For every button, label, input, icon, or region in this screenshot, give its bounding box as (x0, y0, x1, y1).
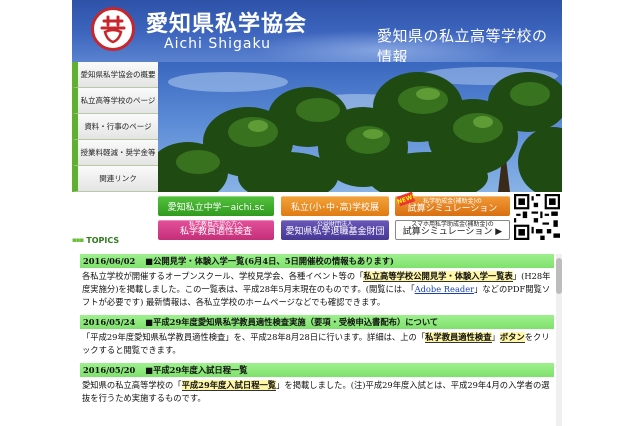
aichi-sc-banner[interactable]: 愛知私立中学－aichi.sc (158, 196, 274, 216)
topic-date: 2016/05/20 (83, 365, 136, 375)
button-link[interactable]: ボタン (499, 332, 525, 343)
site-subtitle: Aichi Shigaku (164, 36, 272, 52)
topic-body: 各私立学校が開催するオープンスクール、学校見学会、各種イベント等の「私立高等学校… (80, 268, 554, 309)
site-tagline: 愛知県の私立高等学校の情報 (377, 27, 548, 62)
retirement-fund-banner[interactable]: 公益財団法人 愛知県私学退職基金財団 (281, 220, 389, 240)
topic-entry: 2016/05/24 ■平成29年度愛知県私学教員適性検査実施（要項・受検申込書… (80, 315, 554, 357)
smartphone-simulation-banner[interactable]: スマホ用私学助成金(補助金)の 試算シミュレーション ▶ (395, 220, 510, 240)
topics-heading-label: TOPICS (86, 235, 120, 245)
association-logo-icon[interactable] (91, 7, 135, 51)
topic-body-text: 愛知県の私立高等学校の「 (82, 380, 182, 390)
topic-body-text: 」 (491, 332, 500, 342)
topic-entry: 2016/06/02 ■公開見学・体験入学一覧(6月4日、5日開催校の情報もあり… (80, 254, 554, 309)
topics-list[interactable]: 2016/06/02 ■公開見学・体験入学一覧(6月4日、5日開催校の情報もあり… (80, 254, 554, 426)
topic-title: ■公開見学・体験入学一覧(6月4日、5日開催校の情報もあります) (145, 256, 394, 266)
hero-image (158, 62, 562, 192)
subsidy-simulation-main-label: 試算シミュレーション (407, 203, 498, 214)
open-school-list-link[interactable]: 私立高等学校公開見学・体験入学一覧表 (363, 271, 513, 282)
nav-item-materials-events[interactable]: 資料・行事のページ (72, 114, 158, 140)
topics-dots-icon: ▪▪▪ (72, 236, 84, 244)
qr-code-icon[interactable] (514, 194, 560, 240)
retirement-fund-main-label: 愛知県私学退職基金財団 (285, 227, 385, 238)
nav-item-high-schools[interactable]: 私立高等学校のページ (72, 88, 158, 114)
scrollbar-thumb[interactable] (556, 258, 562, 294)
topic-entry-header: 2016/06/02 ■公開見学・体験入学一覧(6月4日、5日開催校の情報もあり… (80, 254, 554, 268)
side-navigation: 愛知県私学協会の概要 私立高等学校のページ 資料・行事のページ 授業料軽減・奨学… (72, 62, 158, 192)
smartphone-simulation-main-label: 試算シミュレーション ▶ (402, 227, 503, 238)
topic-entry-header: 2016/05/24 ■平成29年度愛知県私学教員適性検査実施（要項・受検申込書… (80, 315, 554, 329)
nav-item-tuition-scholarship[interactable]: 授業料軽減・奨学金等 (72, 140, 158, 166)
teacher-exam-main-label: 私学教員適性検査 (179, 227, 252, 238)
topic-body: 「平成29年度愛知県私学教員適性検査」を、平成28年8月28日に行います。詳細は… (80, 329, 554, 357)
site-header: 愛知県私学協会 Aichi Shigaku 愛知県の私立高等学校の情報 (72, 0, 562, 62)
school-fair-banner[interactable]: 私立(小･中･高)学校展 (281, 196, 389, 216)
topic-entry: 2016/05/20 ■平成29年度入試日程一覧 愛知県の私立高等学校の「平成2… (80, 363, 554, 405)
topic-entry-header: 2016/05/20 ■平成29年度入試日程一覧 (80, 363, 554, 377)
nav-item-overview[interactable]: 愛知県私学協会の概要 (72, 62, 158, 88)
topic-date: 2016/05/24 (83, 317, 136, 327)
topic-date: 2016/06/02 (83, 256, 136, 266)
topic-title: ■平成29年度入試日程一覧 (145, 365, 248, 375)
topics-scrollbar[interactable] (556, 254, 562, 426)
adobe-reader-link[interactable]: Adobe Reader (415, 284, 474, 294)
topic-body-text: 各私立学校が開催するオープンスクール、学校見学会、各種イベント等の「 (82, 271, 364, 281)
exam-schedule-link[interactable]: 平成29年度入試日程一覧 (181, 380, 277, 391)
teacher-exam-banner[interactable]: 私学教員志望の方へ 私学教員適性検査 (158, 220, 274, 240)
teacher-exam-link[interactable]: 私学教員適性検査 (425, 332, 492, 343)
topic-title: ■平成29年度愛知県私学教員適性検査実施（要項・受検申込書配布）について (145, 317, 439, 327)
site-title[interactable]: 愛知県私学協会 (146, 6, 307, 38)
banner-area: 愛知私立中学－aichi.sc 私立(小･中･高)学校展 私学助成金(補助金)の… (158, 191, 510, 242)
nav-item-related-links[interactable]: 関連リンク (72, 166, 158, 192)
topics-heading: ▪▪▪ TOPICS (72, 234, 152, 246)
topic-body-text: 「平成29年度愛知県私学教員適性検査」を、平成28年8月28日に行います。詳細は… (82, 332, 426, 342)
topic-body: 愛知県の私立高等学校の「平成29年度入試日程一覧」を掲載しました。(注)平成29… (80, 377, 554, 405)
